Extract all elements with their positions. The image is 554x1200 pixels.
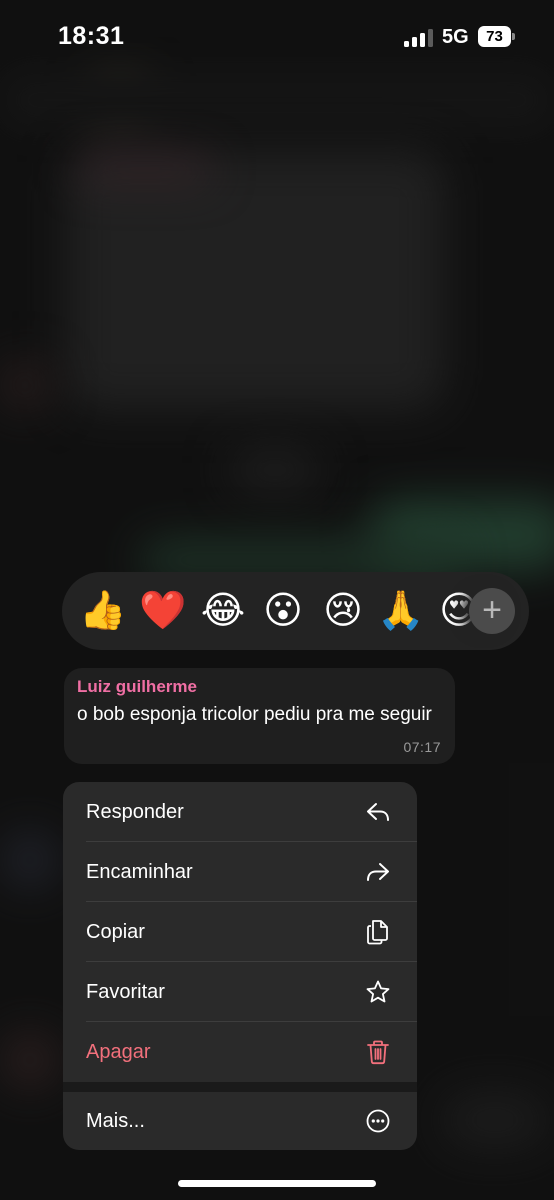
message-context-menu: Responder Encaminhar Copiar Favoritar Ap…	[63, 782, 417, 1150]
menu-item-more[interactable]: Mais...	[63, 1092, 417, 1150]
message-time: 07:17	[403, 739, 441, 755]
more-reactions-button[interactable]: +	[469, 588, 515, 634]
menu-item-label: Mais...	[86, 1110, 145, 1132]
thumbs-up-reaction[interactable]: 👍	[78, 586, 128, 636]
menu-item-delete[interactable]: Apagar	[63, 1022, 417, 1082]
reply-icon	[367, 803, 389, 821]
reaction-bar: 👍 ❤️ 😂 😮 😢 🙏 😍 +	[62, 572, 529, 650]
battery-level: 73	[486, 28, 503, 45]
menu-item-label: Favoritar	[86, 981, 165, 1003]
signal-icon	[404, 29, 434, 47]
menu-item-copy[interactable]: Copiar	[63, 902, 417, 962]
menu-item-label: Copiar	[86, 921, 145, 943]
message-sender: Luiz guilherme	[77, 677, 197, 696]
menu-item-favorite[interactable]: Favoritar	[63, 962, 417, 1022]
menu-item-label: Encaminhar	[86, 861, 193, 883]
home-indicator[interactable]	[178, 1180, 376, 1187]
menu-item-reply[interactable]: Responder	[63, 782, 417, 842]
network-type: 5G	[442, 26, 469, 48]
message-text: o bob esponja tricolor pediu pra me segu…	[77, 704, 432, 725]
tears-of-joy-reaction[interactable]: 😂	[198, 586, 248, 636]
forward-icon	[367, 863, 389, 881]
red-heart-reaction[interactable]: ❤️	[138, 586, 188, 636]
copy-icon	[367, 920, 388, 945]
battery-icon: 73	[478, 26, 515, 47]
star-icon	[366, 980, 390, 1003]
folded-hands-reaction[interactable]: 🙏	[376, 586, 426, 636]
crying-reaction[interactable]: 😢	[318, 586, 368, 636]
trash-icon	[367, 1040, 389, 1065]
surprised-reaction[interactable]: 😮	[258, 586, 308, 636]
message-bubble: Luiz guilherme o bob esponja tricolor pe…	[64, 668, 455, 764]
menu-item-forward[interactable]: Encaminhar	[63, 842, 417, 902]
menu-item-label: Apagar	[86, 1041, 151, 1063]
menu-item-label: Responder	[86, 801, 184, 823]
plus-icon: +	[482, 591, 502, 629]
menu-group-gap	[63, 1082, 417, 1092]
status-bar: 18:31 5G 73	[0, 0, 554, 76]
more-icon	[366, 1109, 390, 1133]
status-time: 18:31	[58, 22, 125, 50]
